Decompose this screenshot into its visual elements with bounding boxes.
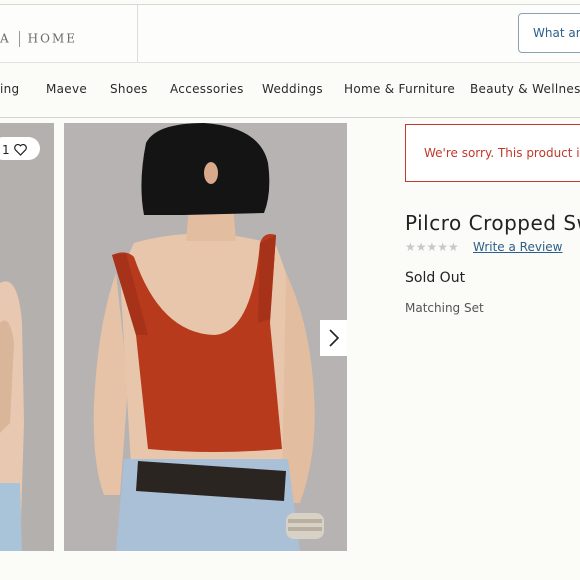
main-nav: ing Maeve Shoes Accessories Weddings Hom… — [0, 63, 580, 117]
image-count-badge[interactable]: 1 — [0, 137, 40, 160]
logo-right-text: HOME — [27, 31, 78, 46]
product-image-2[interactable] — [64, 123, 347, 551]
image-count-label: 1 — [2, 143, 10, 157]
product-image-1[interactable] — [0, 123, 54, 551]
product-photo-back — [64, 123, 347, 551]
heart-icon[interactable] — [13, 144, 27, 156]
nav-item-clothing[interactable]: ing — [0, 82, 19, 96]
nav-bottom-border — [0, 117, 580, 118]
nav-item-shoes[interactable]: Shoes — [110, 82, 148, 96]
error-message: We're sorry. This product is — [424, 146, 580, 160]
product-subtitle: Matching Set — [405, 301, 484, 315]
logo-separator — [18, 31, 20, 47]
logo-container[interactable]: A HOME — [0, 5, 138, 62]
write-review-link[interactable]: Write a Review — [473, 240, 562, 254]
error-alert: We're sorry. This product is — [405, 124, 580, 182]
rating-stars: ★★★★★ — [405, 240, 459, 254]
availability-status: Sold Out — [405, 270, 466, 286]
next-image-button[interactable] — [320, 320, 347, 356]
search-input[interactable]: What are — [518, 13, 580, 53]
chevron-right-icon — [328, 329, 339, 347]
nav-item-maeve[interactable]: Maeve — [46, 82, 87, 96]
logo-left-text: A — [0, 31, 11, 46]
search-placeholder: What are — [533, 26, 580, 40]
nav-item-weddings[interactable]: Weddings — [262, 82, 323, 96]
product-photo-front — [0, 123, 54, 551]
site-logo[interactable]: A HOME — [0, 31, 77, 47]
nav-item-home-furniture[interactable]: Home & Furniture — [344, 82, 455, 96]
nav-item-beauty-wellness[interactable]: Beauty & Wellness — [470, 82, 580, 96]
nav-item-accessories[interactable]: Accessories — [170, 82, 244, 96]
product-title: Pilcro Cropped Sw — [405, 211, 580, 235]
